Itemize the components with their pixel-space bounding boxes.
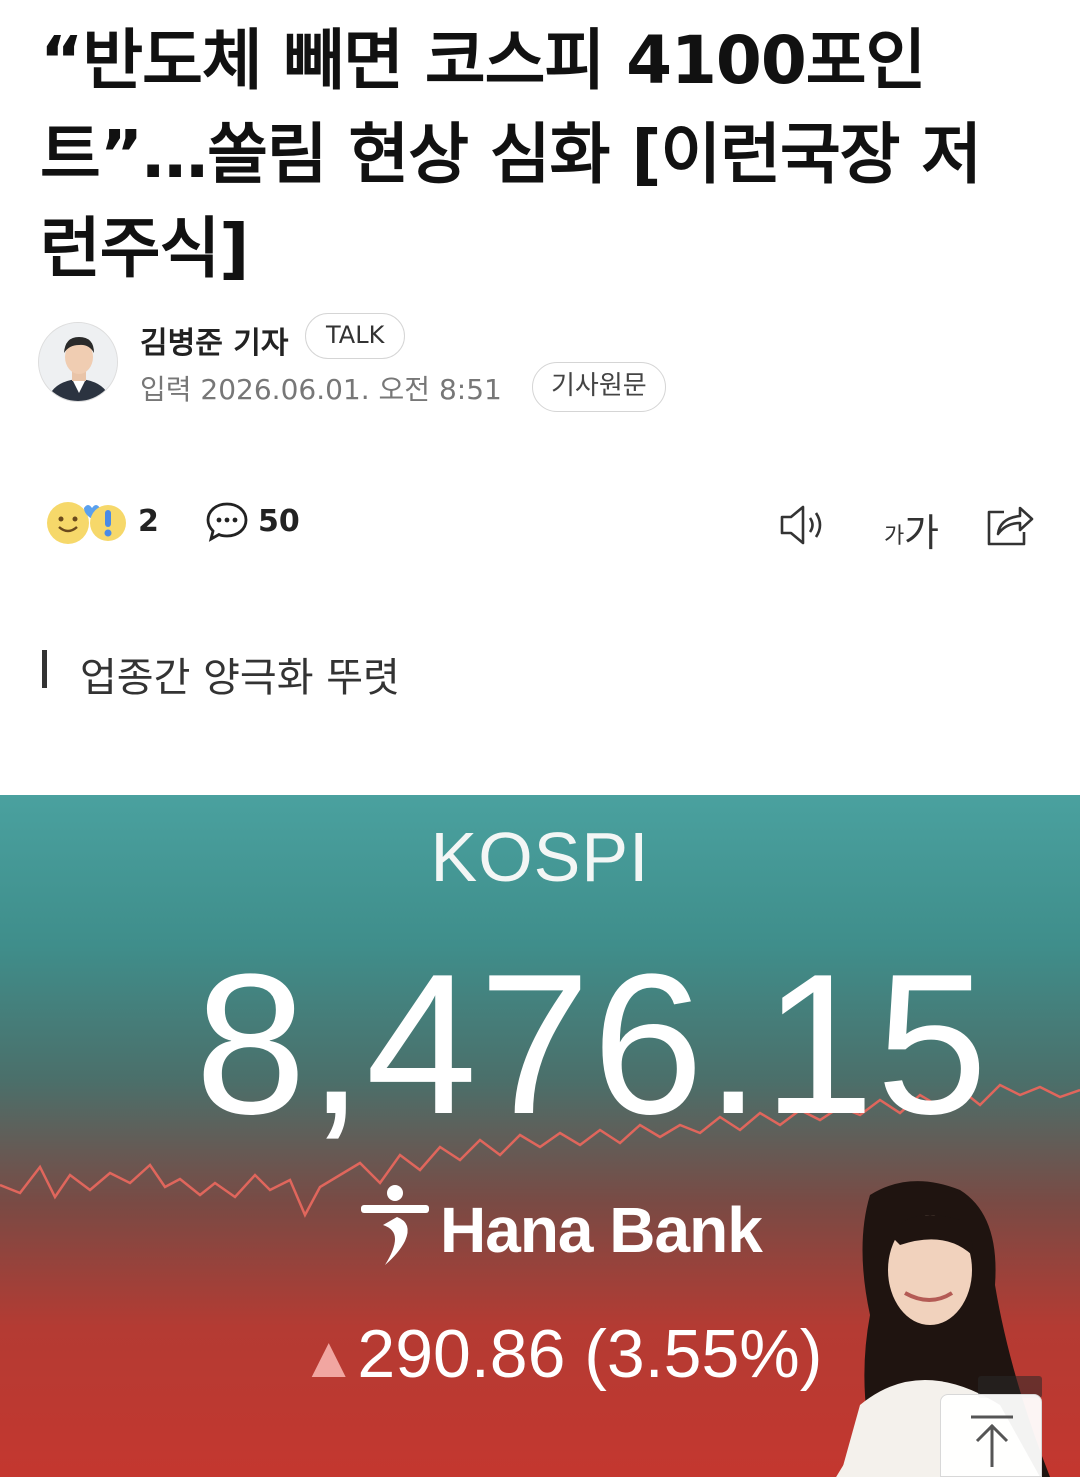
subhead-marker (42, 650, 47, 688)
change-text: 290.86 (3.55%) (357, 1316, 823, 1392)
board-title: KOSPI (430, 818, 650, 896)
article-subhead: 업종간 양극화 뚜렷 (80, 655, 400, 701)
talk-button[interactable]: TALK (305, 313, 406, 359)
arrow-up-icon (971, 1415, 1013, 1467)
comment-count[interactable]: 50 (258, 504, 300, 539)
share-icon[interactable] (984, 500, 1036, 550)
original-article-button[interactable]: 기사원문 (532, 362, 666, 412)
speaker-icon[interactable] (778, 500, 830, 550)
article-photo[interactable]: KOSPI 8,476.15 Hana Bank ▲290.86 (3.55%) (0, 795, 1080, 1477)
font-big-glyph: 가 (904, 511, 939, 555)
bank-name: Hana Bank (440, 1194, 763, 1266)
font-size-icon[interactable]: 가 가 (880, 500, 944, 555)
reaction-emoji-icon (46, 498, 130, 548)
comment-icon[interactable] (205, 500, 249, 544)
reaction-count: 2 (138, 504, 159, 539)
font-small-glyph: 가 (884, 524, 905, 549)
author-avatar[interactable] (38, 322, 118, 402)
up-arrow-icon: ▲ (300, 1325, 358, 1390)
kospi-index-value: 8,476.15 (195, 933, 990, 1156)
hana-bank-logo-icon (355, 1183, 435, 1273)
article-headline: “반도체 빼면 코스피 4100포인트”…쏠림 현상 심화 [이런국장 저런주식… (40, 22, 982, 287)
index-change: ▲290.86 (3.55%) (300, 1315, 822, 1393)
author-name[interactable]: 김병준 기자 (140, 318, 288, 362)
scroll-to-top-button[interactable] (940, 1394, 1042, 1477)
publish-date: 입력 2026.06.01. 오전 8:51 (140, 373, 502, 406)
